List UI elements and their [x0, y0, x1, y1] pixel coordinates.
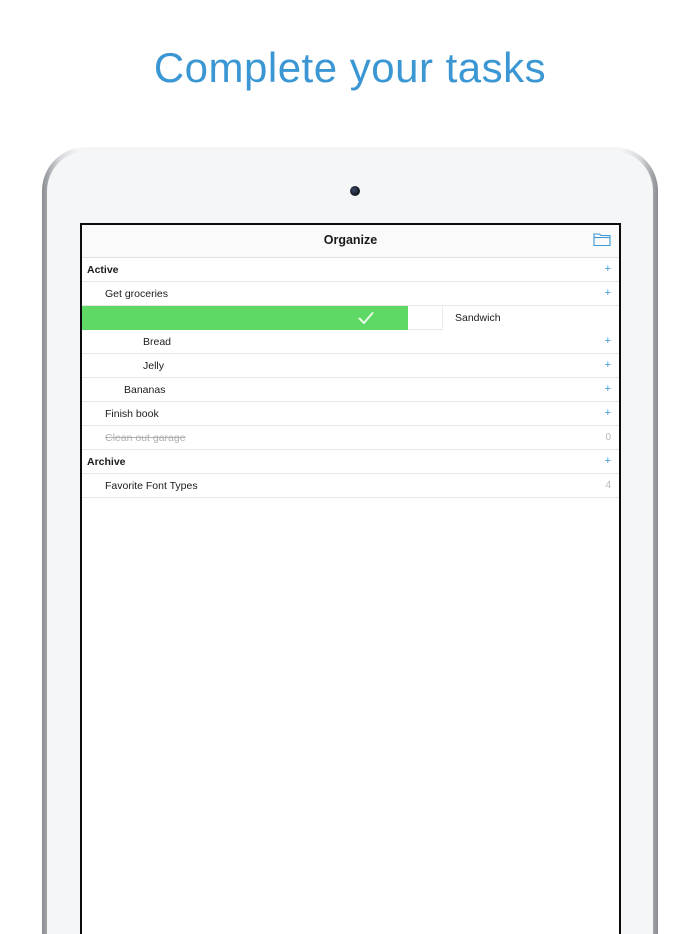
list-item-finish-book[interactable]: Finish book +	[82, 402, 619, 426]
navigation-bar: Organize	[82, 225, 619, 258]
camera-icon	[350, 186, 360, 196]
section-header-archive[interactable]: Archive +	[82, 450, 619, 474]
add-button-jelly[interactable]: +	[605, 359, 611, 371]
list-item-bananas[interactable]: Bananas +	[82, 378, 619, 402]
add-button-archive[interactable]: +	[605, 455, 611, 467]
item-count-badge: 4	[605, 480, 611, 491]
list-item-jelly[interactable]: Jelly +	[82, 354, 619, 378]
check-icon	[358, 311, 374, 325]
add-button-bananas[interactable]: +	[605, 383, 611, 395]
add-button-active[interactable]: +	[605, 263, 611, 275]
list-item-favorite-font-types[interactable]: Favorite Font Types 4	[82, 474, 619, 498]
add-button-groceries[interactable]: +	[605, 287, 611, 299]
screenshot-page: Complete your tasks Organize Active + Ge…	[0, 0, 700, 934]
add-button-finish-book[interactable]: +	[605, 407, 611, 419]
page-title: Organize	[323, 233, 378, 247]
list-item-label: Bread	[143, 336, 172, 348]
section-title-active: Active	[87, 264, 119, 276]
list-item-get-groceries[interactable]: Get groceries +	[82, 282, 619, 306]
swiped-row-content[interactable]: Sandwich	[442, 306, 619, 330]
add-button-bread[interactable]: +	[605, 335, 611, 347]
section-header-active[interactable]: Active +	[82, 258, 619, 282]
list-item-bread[interactable]: Bread +	[82, 330, 619, 354]
complete-swipe-action[interactable]	[82, 306, 408, 330]
list-item-clean-garage[interactable]: Clean out garage 0	[82, 426, 619, 450]
item-count-badge: 0	[605, 432, 611, 443]
list-item-label: Jelly	[143, 360, 165, 372]
app-screen: Organize Active + Get groceries + Sandwi…	[80, 223, 621, 934]
list-item-label: Clean out garage	[105, 432, 186, 444]
list-item-label: Finish book	[105, 408, 159, 420]
headline: Complete your tasks	[153, 44, 547, 91]
folder-icon[interactable]	[593, 231, 611, 247]
list-item-label: Sandwich	[455, 312, 501, 324]
list-item-label: Get groceries	[105, 288, 169, 300]
section-title-archive: Archive	[87, 456, 126, 468]
list-item-label: Favorite Font Types	[105, 480, 198, 492]
list-item-sandwich[interactable]: Sandwich	[82, 306, 619, 330]
list-item-label: Bananas	[124, 384, 166, 396]
